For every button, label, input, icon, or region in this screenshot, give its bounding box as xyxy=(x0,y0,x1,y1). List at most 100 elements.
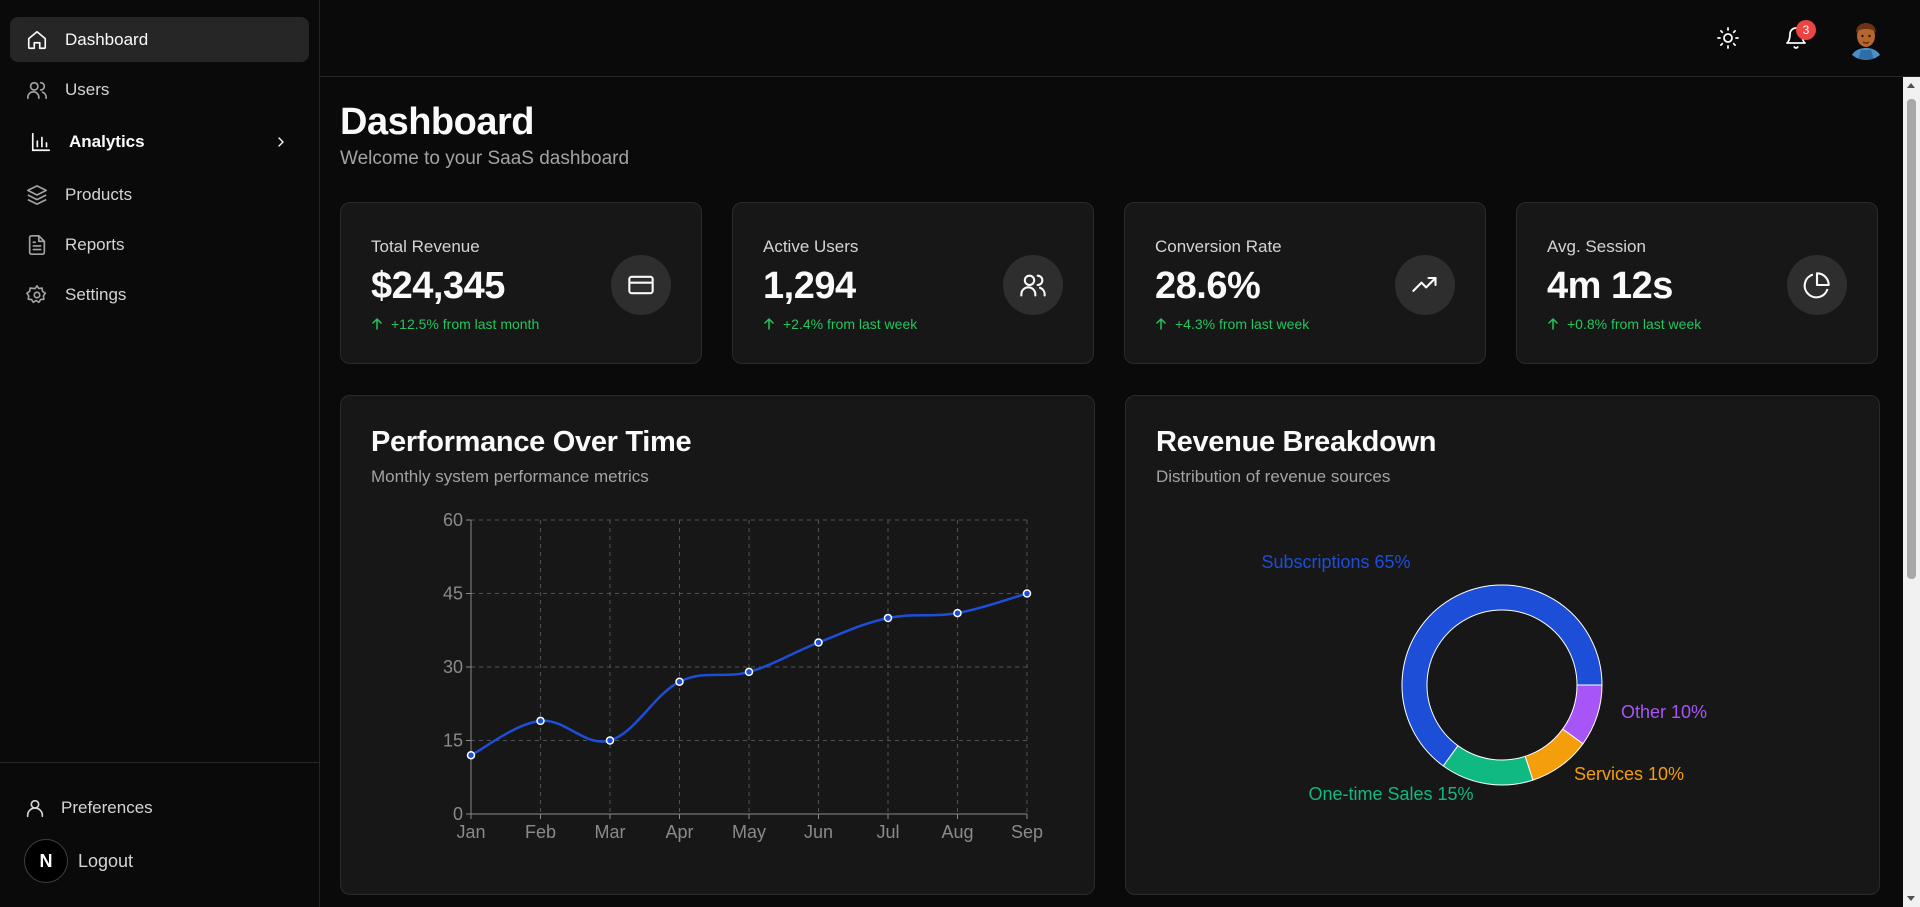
credit-card-icon xyxy=(628,275,654,295)
logout-label: Logout xyxy=(78,850,134,871)
users-icon xyxy=(1020,274,1046,297)
slice-label: One-time Sales 15% xyxy=(1308,784,1473,804)
stat-card-total-revenue: Total Revenue $24,345 +12.5% from last m… xyxy=(340,202,702,364)
file-text-icon xyxy=(28,234,46,255)
slice-label: Services 10% xyxy=(1574,764,1684,784)
stat-label: Active Users xyxy=(763,237,859,256)
sidebar-item-settings[interactable]: Settings xyxy=(10,272,309,317)
users-icon xyxy=(27,81,47,99)
arrow-up-icon xyxy=(372,318,382,330)
sun-icon xyxy=(1717,27,1739,49)
sidebar-item-label: Reports xyxy=(65,234,125,254)
data-point[interactable] xyxy=(883,613,893,623)
card-title: Performance Over Time xyxy=(371,426,692,458)
y-tick-label: 30 xyxy=(443,657,463,677)
x-tick-label: Jul xyxy=(876,822,899,842)
notifications-button[interactable]: 3 xyxy=(1776,18,1816,58)
scroll-down-arrow[interactable] xyxy=(1907,896,1915,901)
gear-icon xyxy=(26,284,47,303)
main-area: 3 Dashboard Welcome to your SaaS dashboa… xyxy=(320,0,1920,907)
sidebar-item-users[interactable]: Users xyxy=(10,67,309,112)
vertical-scrollbar[interactable] xyxy=(1903,77,1920,907)
stat-change-text: +4.3% from last week xyxy=(1175,316,1310,332)
sidebar-nav: Dashboard Users Analytics Products Repor… xyxy=(0,0,319,322)
card-subtitle: Monthly system performance metrics xyxy=(371,467,649,486)
sidebar-item-analytics[interactable]: Analytics xyxy=(10,117,309,167)
scroll-up-arrow[interactable] xyxy=(1907,83,1915,88)
preferences-label: Preferences xyxy=(61,798,153,817)
revenue-card: Revenue Breakdown Distribution of revenu… xyxy=(1125,395,1880,895)
x-tick-label: Feb xyxy=(525,822,556,842)
stat-value: 1,294 xyxy=(763,265,856,307)
data-point[interactable] xyxy=(605,736,615,745)
data-point[interactable] xyxy=(814,638,823,647)
stat-value: 4m 12s xyxy=(1547,265,1673,307)
layers-icon xyxy=(27,184,47,205)
stat-change-text: +0.8% from last week xyxy=(1567,316,1702,332)
sidebar-item-products[interactable]: Products xyxy=(10,172,309,217)
data-point[interactable] xyxy=(953,608,962,618)
page-title: Dashboard xyxy=(340,101,534,143)
trending-up-icon xyxy=(1412,276,1437,292)
x-tick-label: Mar xyxy=(595,822,626,842)
chevron-right-icon xyxy=(278,137,284,147)
data-point[interactable] xyxy=(1022,589,1032,598)
avatar[interactable] xyxy=(1844,16,1888,60)
bar-chart-icon xyxy=(31,132,51,152)
stat-icon xyxy=(1787,255,1847,315)
x-tick-label: Aug xyxy=(941,822,973,842)
slice-label: Other 10% xyxy=(1621,702,1707,722)
arrow-up-icon xyxy=(1156,318,1166,330)
logo-icon: N xyxy=(24,839,68,883)
pie-chart-icon xyxy=(1803,272,1830,299)
arrow-up-icon xyxy=(764,318,774,330)
card-subtitle: Distribution of revenue sources xyxy=(1156,467,1391,486)
data-point[interactable] xyxy=(744,667,754,677)
page-subtitle: Welcome to your SaaS dashboard xyxy=(340,148,630,169)
stat-icon xyxy=(1003,255,1063,315)
sidebar-item-label: Analytics xyxy=(69,132,145,151)
sidebar-item-label: Products xyxy=(65,184,133,204)
donut-slice[interactable] xyxy=(1442,744,1534,786)
stat-change: +12.5% from last month xyxy=(371,316,539,332)
stat-change: +4.3% from last week xyxy=(1155,316,1309,332)
stat-value: $24,345 xyxy=(371,265,505,307)
stat-label: Conversion Rate xyxy=(1155,237,1282,256)
performance-line-chart: 0 15 30 45 60 Jan Feb Mar Apr May Jun Jul Aug Sep xyxy=(443,510,1043,842)
scroll-thumb[interactable] xyxy=(1907,99,1916,579)
performance-card: Performance Over Time Monthly system per… xyxy=(340,395,1095,895)
data-point[interactable] xyxy=(466,750,476,760)
theme-toggle-button[interactable] xyxy=(1708,18,1748,58)
stat-label: Total Revenue xyxy=(371,237,480,256)
stat-change: +0.8% from last week xyxy=(1547,316,1701,332)
sidebar-footer: Preferences N Logout xyxy=(0,762,319,907)
topbar: 3 xyxy=(320,0,1920,77)
x-tick-label: Jan xyxy=(456,822,485,842)
sidebar-item-label: Settings xyxy=(65,284,127,304)
stat-change-text: +2.4% from last week xyxy=(783,316,918,332)
stats-row: Total Revenue $24,345 +12.5% from last m… xyxy=(340,202,1880,364)
y-tick-label: 0 xyxy=(453,804,463,824)
user-icon xyxy=(26,799,44,818)
sidebar: Dashboard Users Analytics Products Repor… xyxy=(0,0,320,907)
sidebar-item-dashboard[interactable]: Dashboard xyxy=(10,17,309,62)
sidebar-item-label: Users xyxy=(65,79,110,99)
data-point[interactable] xyxy=(675,677,684,686)
logout-button[interactable]: N Logout xyxy=(16,833,309,889)
avatar-image xyxy=(1844,16,1888,60)
x-tick-label: May xyxy=(732,822,766,842)
dashboard-content: Dashboard Welcome to your SaaS dashboard… xyxy=(320,77,1920,907)
preferences-button[interactable]: Preferences xyxy=(16,783,309,833)
x-tick-label: Apr xyxy=(665,822,693,842)
data-point[interactable] xyxy=(536,716,545,726)
notification-badge: 3 xyxy=(1796,20,1816,40)
revenue-donut-chart: Subscriptions 65% Other 10% Services 10% On… xyxy=(1261,552,1707,804)
stat-card-avg-session: Avg. Session 4m 12s +0.8% from last week xyxy=(1516,202,1878,364)
sidebar-item-reports[interactable]: Reports xyxy=(10,222,309,267)
x-tick-label: Sep xyxy=(1011,822,1043,842)
stat-change: +2.4% from last week xyxy=(763,316,917,332)
slice-label: Subscriptions 65% xyxy=(1261,552,1410,572)
stat-card-active-users: Active Users 1,294 +2.4% from last week xyxy=(732,202,1094,364)
arrow-up-icon xyxy=(1548,318,1558,330)
sidebar-item-label: Dashboard xyxy=(65,29,149,49)
